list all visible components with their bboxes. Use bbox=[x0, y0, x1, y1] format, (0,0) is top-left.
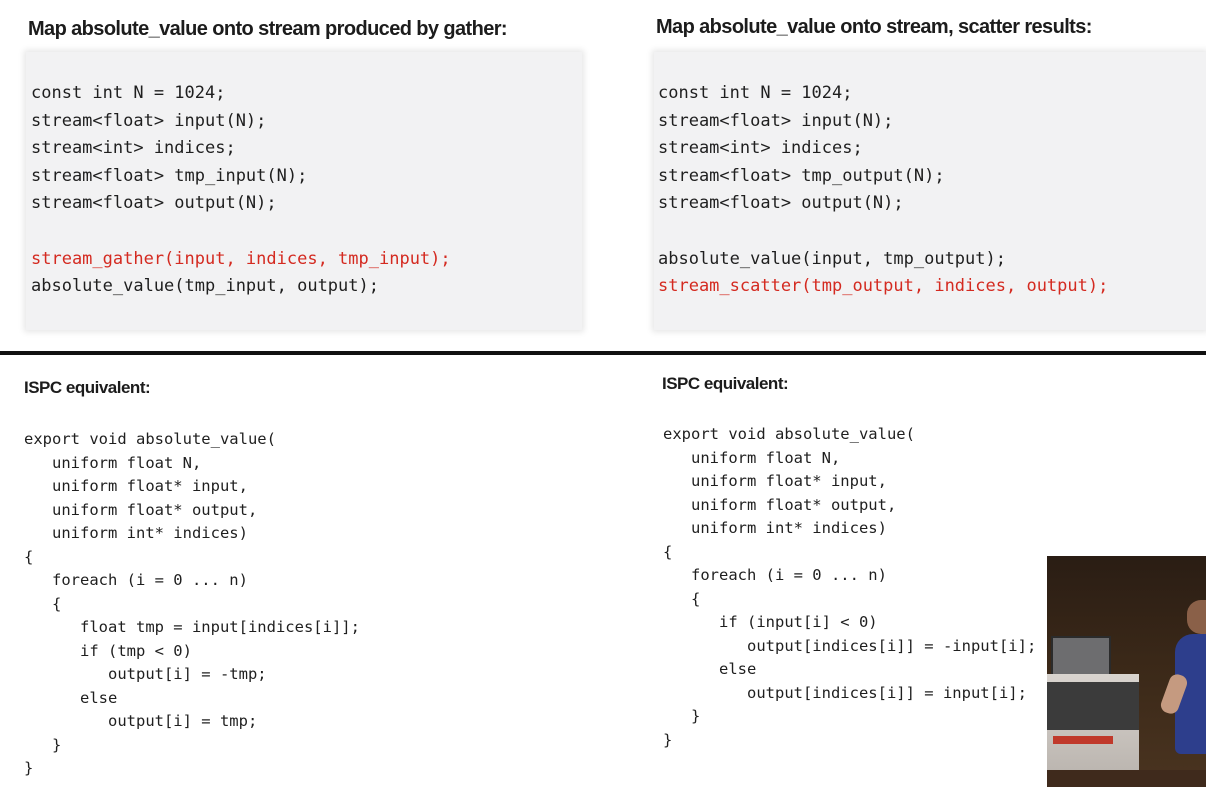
code-line: stream<float> input(N); bbox=[31, 110, 267, 131]
code-line: } bbox=[663, 707, 701, 725]
podium-top-shape bbox=[1047, 682, 1139, 730]
code-line: else bbox=[663, 660, 757, 678]
code-line: stream<int> indices; bbox=[658, 138, 863, 159]
code-line: stream<float> output(N); bbox=[31, 193, 277, 214]
code-line: stream<float> tmp_output(N); bbox=[658, 165, 945, 186]
code-line: uniform int* indices) bbox=[24, 524, 248, 542]
code-line: stream<float> tmp_input(N); bbox=[31, 165, 308, 186]
code-line: uniform float* input, bbox=[663, 472, 887, 490]
code-line: foreach (i = 0 ... n) bbox=[663, 566, 887, 584]
heading-gather: Map absolute_value onto stream produced … bbox=[28, 18, 508, 40]
code-line: uniform float* output, bbox=[24, 500, 258, 519]
code-line: stream_gather(input, indices, tmp_input)… bbox=[31, 248, 451, 269]
code-line: if (input[i] < 0) bbox=[663, 613, 878, 631]
code-line: output[indices[i]] = input[i]; bbox=[663, 683, 1027, 702]
code-line: foreach (i = 0 ... n) bbox=[24, 571, 248, 589]
code-line: const int N = 1024; bbox=[31, 83, 226, 103]
code-line: if (tmp < 0) bbox=[24, 641, 192, 660]
code-line: stream<int> indices; bbox=[31, 138, 236, 159]
speaker-video-inset bbox=[1047, 556, 1206, 787]
podium-sign-shape bbox=[1053, 736, 1113, 744]
code-line: absolute_value(tmp_input, output); bbox=[31, 276, 379, 297]
code-line: uniform float* output, bbox=[663, 495, 897, 514]
ispc-code-scatter: export void absolute_value( uniform floa… bbox=[663, 423, 1036, 752]
code-block-gather: const int N = 1024; stream<float> input(N… bbox=[31, 80, 451, 301]
ispc-code-gather: export void absolute_value( uniform floa… bbox=[24, 428, 360, 781]
code-line: } bbox=[24, 759, 34, 777]
code-line: { bbox=[24, 547, 34, 566]
code-line: output[i] = tmp; bbox=[24, 712, 258, 730]
code-line: const int N = 1024; bbox=[658, 83, 853, 103]
code-line: { bbox=[663, 542, 673, 561]
code-line: uniform float* input, bbox=[24, 477, 248, 495]
code-line: uniform int* indices) bbox=[663, 519, 887, 537]
code-line: stream_scatter(tmp_output, indices, outp… bbox=[658, 276, 1109, 297]
code-line: else bbox=[24, 688, 118, 707]
code-line: stream<float> output(N); bbox=[658, 193, 904, 214]
code-block-scatter: const int N = 1024; stream<float> input(N… bbox=[658, 80, 1108, 301]
code-line: float tmp = input[indices[i]]; bbox=[24, 618, 360, 636]
code-line: uniform float N, bbox=[663, 448, 841, 467]
audience-shape bbox=[1047, 770, 1206, 787]
code-line: output[indices[i]] = -input[i]; bbox=[663, 636, 1037, 655]
code-line: export void absolute_value( bbox=[24, 430, 276, 448]
code-line: { bbox=[24, 594, 62, 613]
code-line: uniform float N, bbox=[24, 453, 202, 472]
heading-ispc-gather: ISPC equivalent: bbox=[24, 378, 151, 397]
code-line: absolute_value(input, tmp_output); bbox=[658, 248, 1006, 269]
code-line: } bbox=[663, 730, 673, 749]
heading-scatter: Map absolute_value onto stream, scatter … bbox=[656, 16, 1092, 38]
code-line: export void absolute_value( bbox=[663, 425, 915, 443]
code-line: { bbox=[663, 589, 701, 608]
code-line: } bbox=[24, 735, 62, 754]
code-line: output[i] = -tmp; bbox=[24, 665, 267, 683]
code-line: stream<float> input(N); bbox=[658, 110, 894, 131]
section-divider bbox=[0, 351, 1206, 355]
heading-ispc-scatter: ISPC equivalent: bbox=[662, 374, 789, 393]
speaker-head-shape bbox=[1187, 600, 1206, 634]
